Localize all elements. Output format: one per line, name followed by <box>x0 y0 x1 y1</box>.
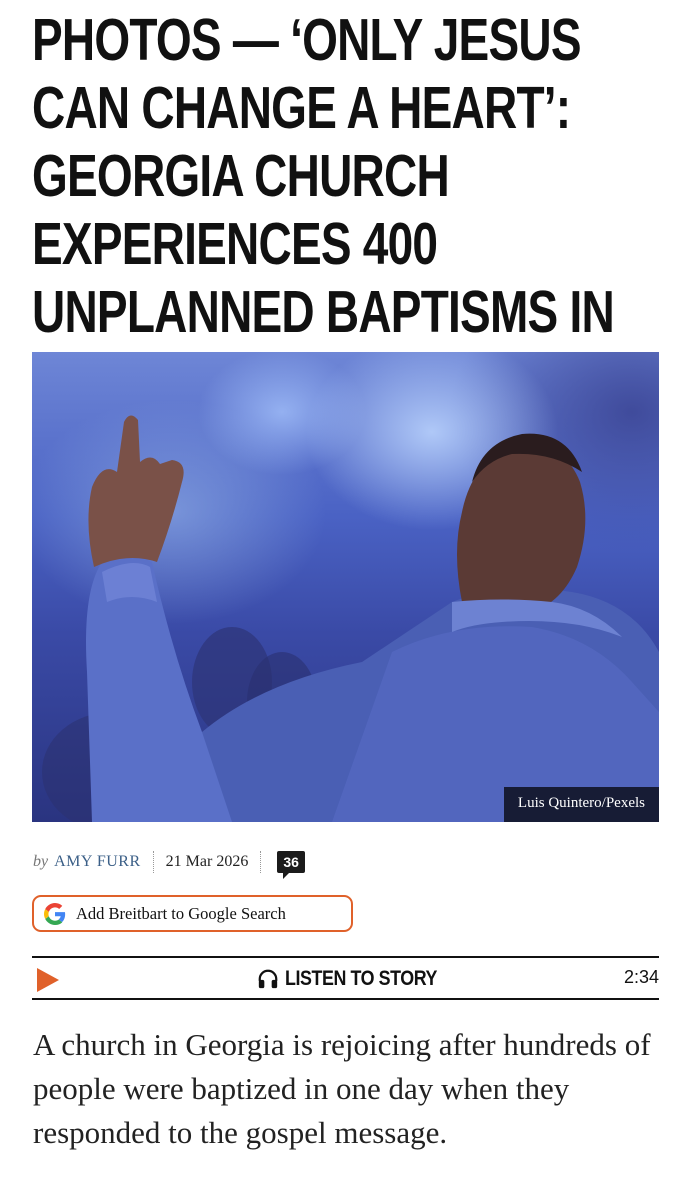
byline: by AMY FURR 21 Mar 2026 36 <box>33 848 305 879</box>
google-icon <box>44 902 66 925</box>
publish-date: 21 Mar 2026 <box>165 853 249 870</box>
byline-divider <box>152 851 154 873</box>
byline-divider <box>260 851 262 873</box>
comment-count-badge[interactable]: 36 <box>277 851 305 879</box>
author-link[interactable]: AMY FURR <box>54 853 141 871</box>
hero-image[interactable]: Luis Quintero/Pexels <box>32 352 659 822</box>
hero-photo-illustration <box>42 415 659 822</box>
listen-to-story[interactable]: LISTEN TO STORY <box>257 966 464 992</box>
byline-prefix: by <box>33 853 49 870</box>
add-to-google-button[interactable]: Add Breitbart to Google Search <box>32 895 353 932</box>
headphones-icon <box>258 969 278 989</box>
audio-duration: 2:34 <box>623 967 659 987</box>
add-to-google-label: Add Breitbart to Google Search <box>76 903 286 923</box>
audio-player: LISTEN TO STORY 2:34 <box>32 956 659 1000</box>
listen-label: LISTEN TO STORY <box>285 967 437 990</box>
article-lede: A church in Georgia is rejoicing after h… <box>33 1027 651 1150</box>
play-icon[interactable] <box>35 966 61 994</box>
image-caption: Luis Quintero/Pexels <box>503 787 659 822</box>
